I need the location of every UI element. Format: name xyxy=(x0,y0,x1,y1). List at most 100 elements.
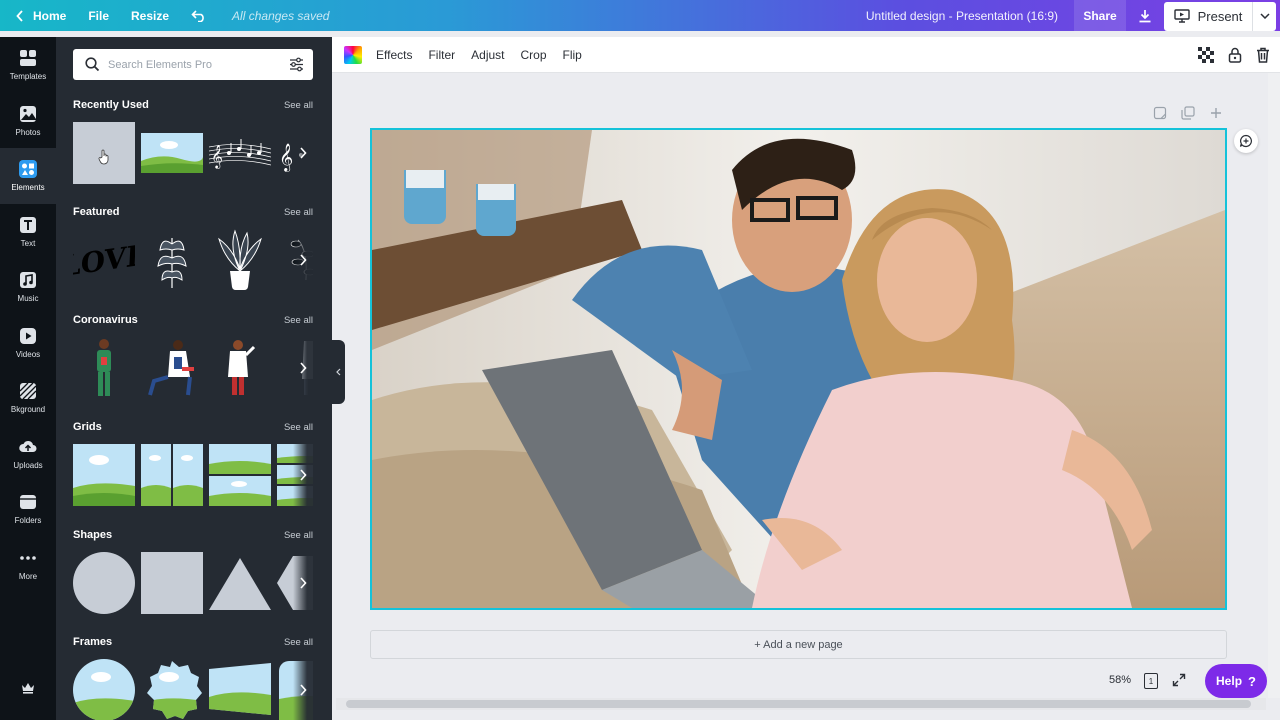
recent-item-landscape[interactable] xyxy=(141,122,203,184)
shape-item-triangle[interactable] xyxy=(209,552,271,614)
rail-item-music[interactable]: Music xyxy=(0,259,56,315)
crop-button[interactable]: Crop xyxy=(513,37,555,73)
download-button[interactable] xyxy=(1126,0,1164,31)
rail-item-background[interactable]: Bkground xyxy=(0,370,56,426)
rail-item-uploads[interactable]: Uploads xyxy=(0,426,56,482)
see-all-link[interactable]: See all xyxy=(284,100,313,111)
collapse-panel-button[interactable] xyxy=(332,340,345,404)
coronavirus-item-nurse[interactable] xyxy=(73,337,135,399)
badge-frame-graphic xyxy=(147,661,202,719)
resize-button[interactable]: Resize xyxy=(120,0,180,31)
see-all-link[interactable]: See all xyxy=(284,315,313,326)
rail-item-text[interactable]: Text xyxy=(0,204,56,260)
flip-button[interactable]: Flip xyxy=(555,37,590,73)
nurse-illustration xyxy=(97,339,111,396)
add-comment-button[interactable] xyxy=(1234,129,1258,153)
more-icon xyxy=(18,548,38,568)
help-button[interactable]: Help ? xyxy=(1205,664,1267,698)
doctor-illustration xyxy=(228,340,256,395)
scroll-right-button[interactable] xyxy=(293,444,313,506)
search-box[interactable] xyxy=(73,49,313,80)
coronavirus-item-doctor-seated[interactable] xyxy=(141,337,203,399)
shape-item-square[interactable] xyxy=(141,552,203,614)
duplicate-page-icon[interactable] xyxy=(1181,106,1195,120)
rail-item-templates[interactable]: Templates xyxy=(0,37,56,93)
section-frames: Frames See all xyxy=(73,635,313,720)
frame-item-skewed[interactable] xyxy=(209,659,271,720)
zoom-level[interactable]: 58% xyxy=(1109,674,1131,686)
design-title[interactable]: Untitled design - Presentation (16:9) xyxy=(866,9,1074,23)
file-menu[interactable]: File xyxy=(77,0,120,31)
search-input[interactable] xyxy=(108,58,280,71)
background-icon xyxy=(18,381,38,401)
hand-cursor-icon xyxy=(98,149,109,165)
see-all-link[interactable]: See all xyxy=(284,637,313,648)
frame-item-badge[interactable] xyxy=(141,659,203,720)
recent-item-blank[interactable] xyxy=(73,122,135,184)
canvas-photo[interactable] xyxy=(370,128,1227,610)
scroll-right-button[interactable] xyxy=(293,229,313,291)
home-button[interactable]: Home xyxy=(0,0,77,31)
vertical-scrollbar[interactable] xyxy=(1268,73,1280,698)
svg-text:𝄞: 𝄞 xyxy=(211,144,223,169)
add-new-page-button[interactable]: + Add a new page xyxy=(370,630,1227,659)
music-notes-graphic: 𝄞 xyxy=(209,139,271,169)
adjust-button[interactable]: Adjust xyxy=(463,37,512,73)
filter-button[interactable]: Filter xyxy=(420,37,463,73)
fullscreen-icon[interactable] xyxy=(1172,673,1186,687)
transparency-icon[interactable] xyxy=(1198,46,1214,63)
grid-item-two-vertical[interactable] xyxy=(141,444,203,506)
page-notes-icon[interactable] xyxy=(1153,106,1167,120)
effects-button[interactable]: Effects xyxy=(368,37,420,73)
add-page-icon[interactable] xyxy=(1209,106,1223,120)
coronavirus-item-doctor-standing[interactable] xyxy=(209,337,271,399)
scroll-right-button[interactable] xyxy=(293,122,313,184)
shape-item-circle[interactable] xyxy=(73,552,135,614)
filter-icon[interactable] xyxy=(289,57,304,72)
rail-label: More xyxy=(18,571,38,581)
download-icon xyxy=(1139,9,1151,22)
music-icon xyxy=(18,270,38,290)
present-button[interactable]: Present xyxy=(1164,1,1252,31)
section-title: Shapes xyxy=(73,529,113,541)
frame-item-circle[interactable] xyxy=(73,659,135,720)
rail-item-photos[interactable]: Photos xyxy=(0,93,56,149)
undo-button[interactable] xyxy=(180,0,218,31)
grid-item-two-horizontal[interactable] xyxy=(209,444,271,506)
rail-item-more[interactable]: More xyxy=(0,537,56,593)
chevron-left-icon xyxy=(16,9,23,22)
featured-item-love[interactable]: Love xyxy=(73,229,135,291)
lock-icon[interactable] xyxy=(1228,47,1242,63)
rail-item-folders[interactable]: Folders xyxy=(0,481,56,537)
present-options-button[interactable] xyxy=(1252,1,1276,31)
rail-item-videos[interactable]: Videos xyxy=(0,315,56,371)
landscape-image xyxy=(141,133,203,173)
uploads-icon xyxy=(18,437,38,457)
horizontal-scrollbar[interactable] xyxy=(336,698,1266,710)
scroll-right-button[interactable] xyxy=(293,659,313,720)
color-swatch-button[interactable] xyxy=(344,45,362,64)
scroll-right-button[interactable] xyxy=(293,337,313,399)
grid-item-single[interactable] xyxy=(73,444,135,506)
page-count-button[interactable]: 1 xyxy=(1144,673,1158,689)
potted-plant-graphic xyxy=(218,229,262,291)
recent-item-music-notes[interactable]: 𝄞 xyxy=(209,122,271,184)
see-all-link[interactable]: See all xyxy=(284,207,313,218)
premium-crown-button[interactable] xyxy=(0,682,56,694)
rail-label: Elements xyxy=(11,183,45,193)
chevron-left-icon xyxy=(336,368,341,376)
share-button[interactable]: Share xyxy=(1074,0,1126,31)
scroll-right-button[interactable] xyxy=(293,552,313,614)
chevron-right-icon xyxy=(300,469,307,481)
rail-item-elements[interactable]: Elements xyxy=(0,148,56,204)
trash-icon[interactable] xyxy=(1256,47,1270,63)
rail-label: Uploads xyxy=(13,460,43,470)
see-all-link[interactable]: See all xyxy=(284,422,313,433)
comment-add-icon xyxy=(1239,134,1252,148)
featured-item-leaves[interactable] xyxy=(141,229,203,291)
featured-item-plant-pot[interactable] xyxy=(209,229,271,291)
scrollbar-thumb[interactable] xyxy=(346,700,1251,708)
grid-two-column-graphic xyxy=(141,444,203,506)
section-grids: Grids See all xyxy=(73,420,313,506)
see-all-link[interactable]: See all xyxy=(284,530,313,541)
